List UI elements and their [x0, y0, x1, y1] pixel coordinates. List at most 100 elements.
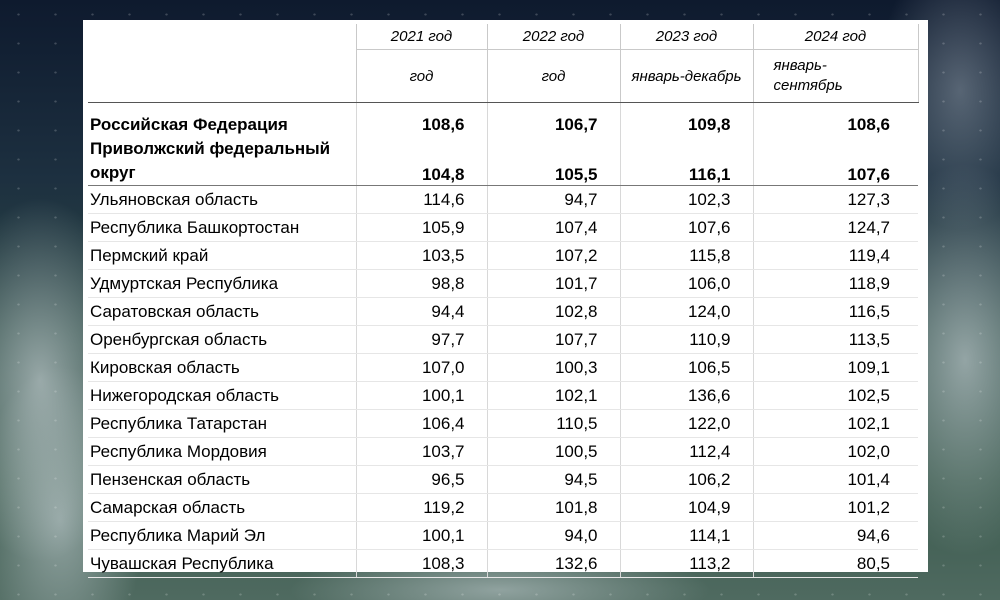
table-row: Самарская область 119,2 101,8 104,9 101,2: [88, 493, 918, 522]
value-cell: 102,1: [752, 409, 918, 438]
table-row: Чувашская Республика 108,3 132,6 113,2 80,5: [88, 549, 918, 578]
table-row: Республика Марий Эл 100,1 94,0 114,1 94,6: [88, 521, 918, 550]
header-year: 2022 год: [486, 24, 620, 50]
value-cell: 114,6: [355, 185, 487, 214]
value-cell: 136,6: [619, 381, 753, 410]
header-period: январь- сентябрь: [752, 49, 919, 103]
region-name: Республика Мордовия: [88, 437, 356, 466]
region-name: Ульяновская область: [88, 185, 356, 214]
region-name: Саратовская область: [88, 297, 356, 326]
summary-row: Российская Федерация 108,6 106,7 109,8 1…: [88, 102, 918, 135]
region-name: Оренбургская область: [88, 325, 356, 354]
value-cell: 107,7: [486, 325, 620, 354]
value-cell: 124,7: [752, 213, 918, 242]
table-row: Республика Башкортостан 105,9 107,4 107,6 12…: [88, 213, 918, 242]
table-row: Оренбургская область 97,7 107,7 110,9 113,5: [88, 325, 918, 354]
region-name: Республика Татарстан: [88, 409, 356, 438]
value-cell: 116,5: [752, 297, 918, 326]
value-cell: 108,3: [355, 549, 487, 578]
table-row: Пермский край 103,5 107,2 115,8 119,4: [88, 241, 918, 270]
value-cell: 116,1: [619, 135, 753, 186]
region-name: Самарская область: [88, 493, 356, 522]
value-cell: 100,5: [486, 437, 620, 466]
region-name: Пермский край: [88, 241, 356, 270]
value-cell: 102,0: [752, 437, 918, 466]
region-name: Пензенская область: [88, 465, 356, 494]
header-row-years: 2021 год 2022 год 2023 год 2024 год: [88, 24, 919, 50]
region-name: Чувашская Республика: [88, 549, 356, 578]
value-cell: 108,6: [355, 102, 487, 135]
value-cell: 127,3: [752, 185, 918, 214]
header-year: 2024 год: [752, 24, 919, 50]
value-cell: 100,1: [355, 521, 487, 550]
value-cell: 102,1: [486, 381, 620, 410]
value-cell: 114,1: [619, 521, 753, 550]
value-cell: 107,6: [752, 135, 918, 186]
value-cell: 94,4: [355, 297, 487, 326]
value-cell: 101,7: [486, 269, 620, 298]
table-row: Удмуртская Республика 98,8 101,7 106,0 118,9: [88, 269, 918, 298]
value-cell: 102,8: [486, 297, 620, 326]
value-cell: 106,5: [619, 353, 753, 382]
value-cell: 101,8: [486, 493, 620, 522]
header-period: январь-декабрь: [619, 49, 753, 103]
value-cell: 106,4: [355, 409, 487, 438]
header-year: 2021 год: [355, 24, 487, 50]
region-name: Республика Марий Эл: [88, 521, 356, 550]
value-cell: 118,9: [752, 269, 918, 298]
data-table: 2021 год 2022 год 2023 год 2024 год год …: [88, 24, 919, 578]
value-cell: 115,8: [619, 241, 753, 270]
region-name: Республика Башкортостан: [88, 213, 356, 242]
value-cell: 96,5: [355, 465, 487, 494]
value-cell: 103,7: [355, 437, 487, 466]
region-name: Удмуртская Республика: [88, 269, 356, 298]
value-cell: 97,7: [355, 325, 487, 354]
region-name: Кировская область: [88, 353, 356, 382]
value-cell: 119,2: [355, 493, 487, 522]
value-cell: 101,2: [752, 493, 918, 522]
value-cell: 124,0: [619, 297, 753, 326]
summary-row: Приволжский федеральный округ 104,8 105,…: [88, 135, 918, 186]
value-cell: 102,5: [752, 381, 918, 410]
value-cell: 107,4: [486, 213, 620, 242]
header-year: 2023 год: [619, 24, 753, 50]
table-row: Республика Татарстан 106,4 110,5 122,0 102,1: [88, 409, 918, 438]
header-period: год: [355, 49, 487, 103]
value-cell: 100,1: [355, 381, 487, 410]
table-panel: 2021 год 2022 год 2023 год 2024 год год …: [83, 20, 928, 578]
table-row: Ульяновская область 114,6 94,7 102,3 127,3: [88, 185, 918, 214]
value-cell: 107,2: [486, 241, 620, 270]
value-cell: 106,7: [486, 102, 620, 135]
region-name: Нижегородская область: [88, 381, 356, 410]
value-cell: 103,5: [355, 241, 487, 270]
header-period: год: [486, 49, 620, 103]
value-cell: 102,3: [619, 185, 753, 214]
region-name: Приволжский федеральный округ: [88, 135, 356, 186]
value-cell: 105,5: [486, 135, 620, 186]
table-row: Нижегородская область 100,1 102,1 136,6 102,…: [88, 381, 918, 410]
value-cell: 106,2: [619, 465, 753, 494]
header-corner: [88, 49, 356, 103]
table-row: Саратовская область 94,4 102,8 124,0 116,5: [88, 297, 918, 326]
value-cell: 122,0: [619, 409, 753, 438]
value-cell: 109,8: [619, 102, 753, 135]
value-cell: 132,6: [486, 549, 620, 578]
value-cell: 107,0: [355, 353, 487, 382]
header-row-periods: год год январь-декабрь январь- сентябрь: [88, 49, 919, 103]
table-row: Пензенская область 96,5 94,5 106,2 101,4: [88, 465, 918, 494]
value-cell: 109,1: [752, 353, 918, 382]
value-cell: 98,8: [355, 269, 487, 298]
value-cell: 94,5: [486, 465, 620, 494]
value-cell: 112,4: [619, 437, 753, 466]
value-cell: 105,9: [355, 213, 487, 242]
value-cell: 80,5: [752, 549, 918, 578]
value-cell: 119,4: [752, 241, 918, 270]
value-cell: 101,4: [752, 465, 918, 494]
value-cell: 106,0: [619, 269, 753, 298]
value-cell: 113,2: [619, 549, 753, 578]
value-cell: 104,8: [355, 135, 487, 186]
value-cell: 110,9: [619, 325, 753, 354]
value-cell: 94,7: [486, 185, 620, 214]
table-row: Республика Мордовия 103,7 100,5 112,4 102,0: [88, 437, 918, 466]
value-cell: 94,0: [486, 521, 620, 550]
